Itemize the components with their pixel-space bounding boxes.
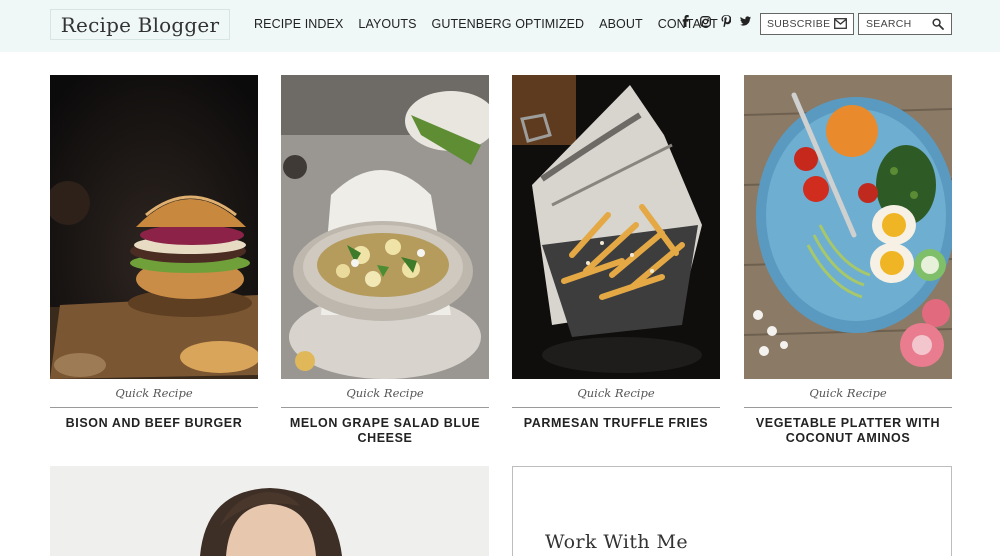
search-placeholder: SEARCH <box>866 18 912 30</box>
recipe-title[interactable]: PARMESAN TRUFFLE FRIES <box>512 416 720 431</box>
recipe-photo-vegetable-platter[interactable] <box>744 75 952 379</box>
recipe-card[interactable]: Quick Recipe BISON AND BEEF BURGER <box>50 75 258 431</box>
recipe-category[interactable]: Quick Recipe <box>50 386 258 408</box>
social-links <box>680 14 751 28</box>
nav-about[interactable]: ABOUT <box>599 17 643 31</box>
subscribe-label: SUBSCRIBE <box>767 18 831 30</box>
nav-gutenberg-optimized[interactable]: GUTENBERG OPTIMIZED <box>432 17 585 31</box>
recipe-title[interactable]: MELON GRAPE SALAD BLUE CHEESE <box>281 416 489 446</box>
recipe-title[interactable]: VEGETABLE PLATTER WITH COCONUT AMINOS <box>744 416 952 446</box>
subscribe-button[interactable]: SUBSCRIBE <box>760 13 854 35</box>
pinterest-icon[interactable] <box>720 14 731 28</box>
twitter-icon[interactable] <box>740 14 751 28</box>
instagram-icon[interactable] <box>700 14 711 28</box>
site-logo[interactable]: Recipe Blogger <box>50 9 230 40</box>
recipe-category[interactable]: Quick Recipe <box>512 386 720 408</box>
recipe-photo-burger[interactable] <box>50 75 258 379</box>
recipe-category[interactable]: Quick Recipe <box>744 386 952 408</box>
work-with-me-box[interactable]: Work With Me <box>512 466 952 556</box>
nav-recipe-index[interactable]: RECIPE INDEX <box>254 17 343 31</box>
recipe-card[interactable]: Quick Recipe PARMESAN TRUFFLE FRIES <box>512 75 720 431</box>
recipe-category[interactable]: Quick Recipe <box>281 386 489 408</box>
work-with-me-title: Work With Me <box>545 531 688 553</box>
author-photo <box>50 466 489 556</box>
mail-icon <box>834 18 847 32</box>
main-nav: RECIPE INDEX LAYOUTS GUTENBERG OPTIMIZED… <box>254 0 733 48</box>
recipe-photo-salad[interactable] <box>281 75 489 379</box>
recipe-card[interactable]: Quick Recipe MELON GRAPE SALAD BLUE CHEE… <box>281 75 489 446</box>
recipe-photo-fries[interactable] <box>512 75 720 379</box>
nav-layouts[interactable]: LAYOUTS <box>358 17 416 31</box>
facebook-icon[interactable] <box>680 14 691 28</box>
search-input[interactable]: SEARCH <box>858 13 952 35</box>
site-header: Recipe Blogger RECIPE INDEX LAYOUTS GUTE… <box>0 0 1000 52</box>
search-icon[interactable] <box>932 18 944 33</box>
recipe-card[interactable]: Quick Recipe VEGETABLE PLATTER WITH COCO… <box>744 75 952 446</box>
recipe-title[interactable]: BISON AND BEEF BURGER <box>50 416 258 431</box>
